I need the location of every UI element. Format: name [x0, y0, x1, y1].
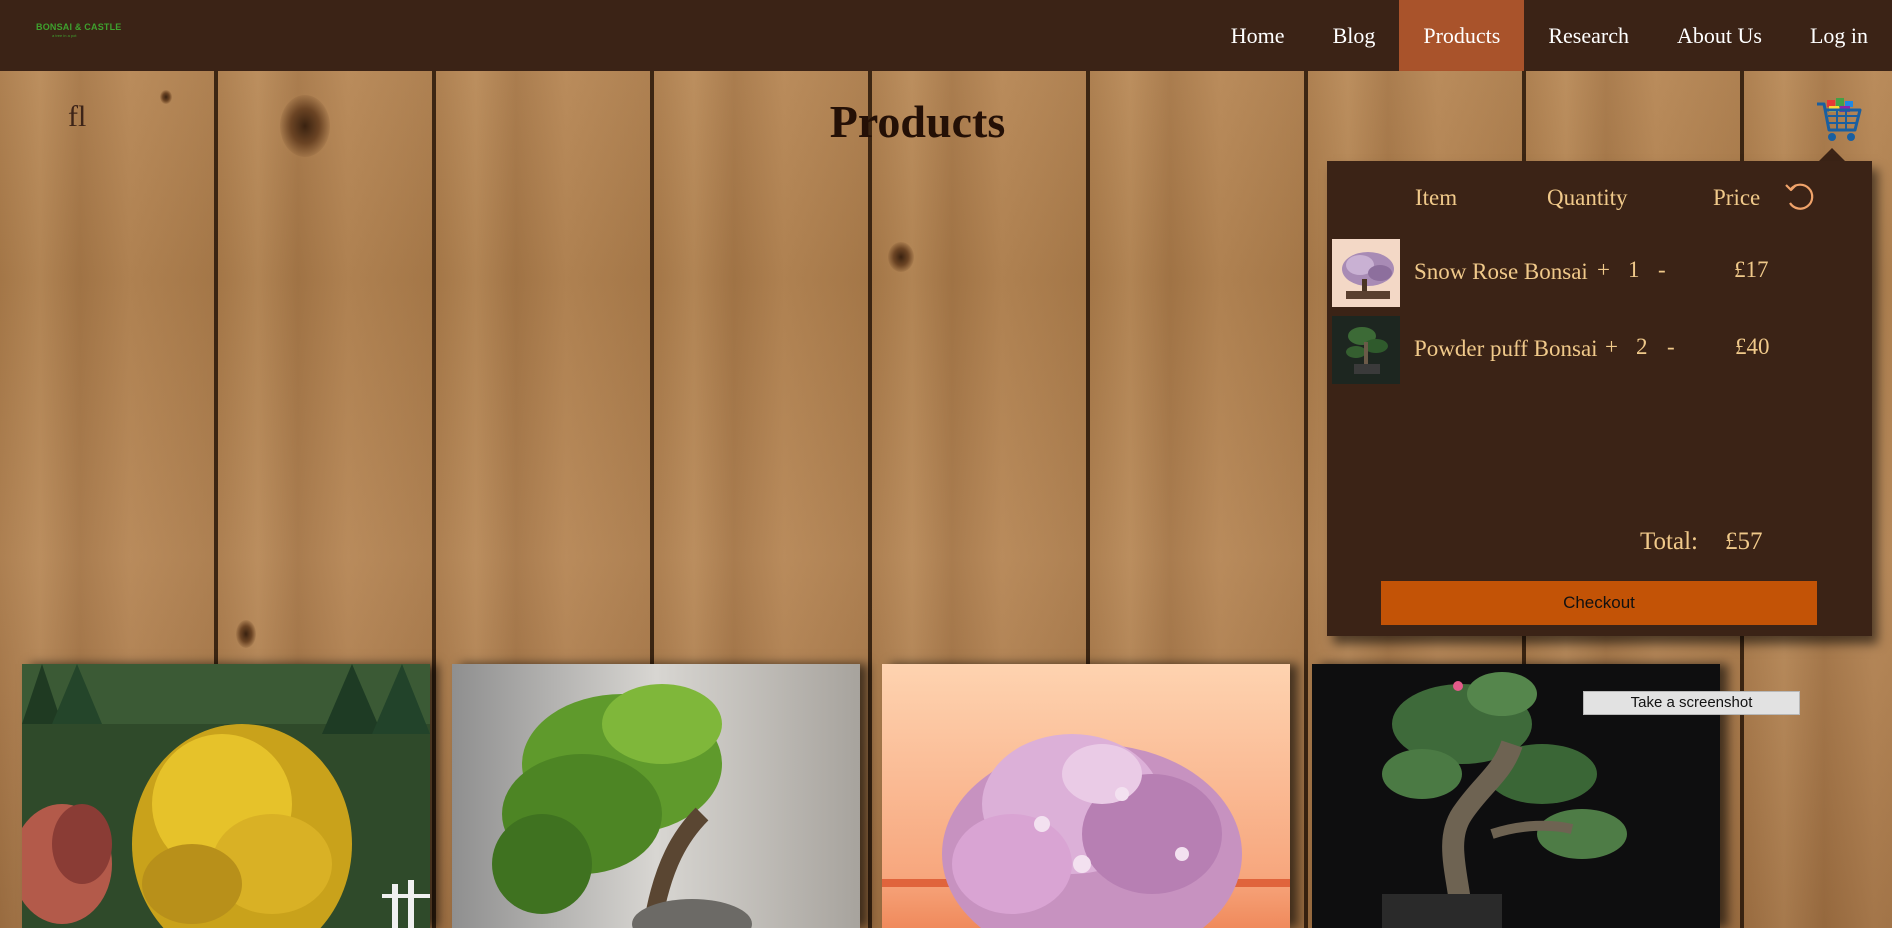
shopping-cart-icon[interactable] — [1815, 96, 1863, 144]
decrease-quantity-button[interactable]: - — [1667, 334, 1675, 360]
wood-knot — [888, 242, 914, 272]
cart-item-quantity: 2 — [1636, 334, 1648, 359]
cart-item-quantity: 1 — [1628, 257, 1640, 282]
checkout-button[interactable]: Checkout — [1381, 581, 1817, 625]
cart-row: Powder puff Bonsai + 2 - £40 — [1332, 316, 1862, 384]
nav-menu: Home Blog Products Research About Us Log… — [1207, 0, 1892, 71]
cart-total-label: Total: — [1640, 528, 1698, 555]
cart-item-price: £17 — [1734, 257, 1769, 282]
logo-tagline: a tree in a pot — [52, 33, 77, 38]
nav-item-home[interactable]: Home — [1207, 0, 1309, 71]
increase-quantity-button[interactable]: + — [1597, 257, 1610, 283]
snow-rose-bonsai-thumbnail — [1332, 239, 1400, 307]
powder-puff-bonsai-thumbnail — [1332, 316, 1400, 384]
increase-quantity-button[interactable]: + — [1605, 334, 1618, 360]
cart-item-name: Powder puff Bonsai — [1414, 336, 1598, 361]
page-title: Products — [829, 96, 1006, 147]
nav-item-log-in[interactable]: Log in — [1786, 0, 1892, 71]
cart-total-value: £57 — [1725, 528, 1763, 555]
nav-item-products[interactable]: Products — [1399, 0, 1525, 71]
decrease-quantity-button[interactable]: - — [1658, 257, 1666, 283]
nav-item-blog[interactable]: Blog — [1309, 0, 1400, 71]
cart-header-price: Price — [1713, 185, 1761, 210]
product-card-pink-azalea-bonsai[interactable] — [882, 664, 1290, 928]
nav-item-about-us[interactable]: About Us — [1653, 0, 1786, 71]
wood-knot — [236, 620, 256, 648]
cart-item-name: Snow Rose Bonsai — [1414, 259, 1588, 284]
top-navigation-bar: BONSAI & CASTLE a tree in a pot Home Blo… — [0, 0, 1892, 71]
logo-text: BONSAI & CASTLE — [36, 22, 122, 32]
cart-dropdown-caret — [1818, 148, 1846, 162]
site-logo[interactable]: BONSAI & CASTLE a tree in a pot — [36, 22, 122, 44]
cart-header-item: Item — [1415, 185, 1458, 210]
cart-dropdown-panel: Item Quantity Price Snow Rose Bonsai + 1… — [1327, 161, 1872, 636]
product-card-juniper-bonsai[interactable] — [452, 664, 860, 928]
reset-cart-icon[interactable] — [1782, 179, 1816, 213]
nav-item-research[interactable]: Research — [1524, 0, 1653, 71]
cart-header-quantity: Quantity — [1547, 185, 1628, 210]
take-screenshot-button[interactable]: Take a screenshot — [1583, 691, 1800, 715]
product-card-autumn-maple-tree[interactable] — [22, 664, 430, 928]
cart-item-price: £40 — [1735, 334, 1770, 359]
cart-row: Snow Rose Bonsai + 1 - £17 — [1332, 239, 1862, 307]
